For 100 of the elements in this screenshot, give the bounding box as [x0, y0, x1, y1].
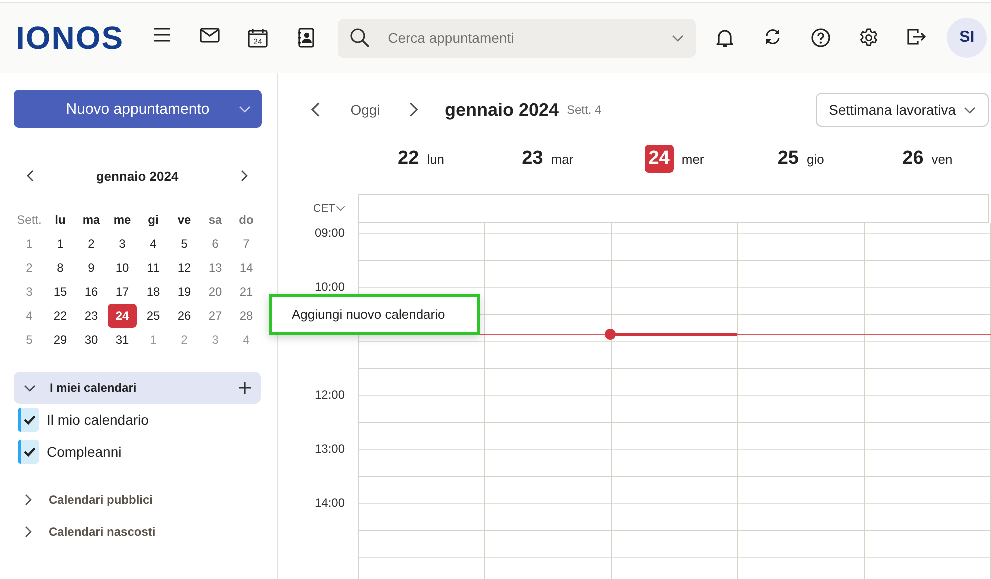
day-name: mar [551, 152, 574, 167]
chevron-icon[interactable] [24, 494, 33, 506]
calendar-day[interactable]: 12 [169, 256, 200, 280]
week-number: 2 [25, 260, 34, 277]
chevron-icon[interactable] [24, 526, 33, 538]
mail-icon[interactable] [200, 28, 220, 43]
settings-icon[interactable] [859, 28, 880, 48]
calendar-day[interactable]: 4 [138, 232, 169, 256]
calendar-day[interactable]: 10 [107, 256, 138, 280]
weekday-header: sa [208, 212, 224, 229]
month-title: gennaio 2024 [96, 168, 179, 184]
calendar-icon[interactable]: 24 [248, 28, 268, 48]
add-icon[interactable] [239, 382, 251, 394]
calendar-day[interactable]: 17 [107, 280, 138, 304]
weekday-header: gi [147, 212, 160, 229]
calendar-day[interactable]: 28 [231, 304, 262, 328]
logo: IONOS [16, 22, 124, 54]
calendar-checkbox[interactable] [18, 408, 39, 432]
checkmark-icon [24, 415, 36, 425]
hour-label: 13:00 [314, 442, 345, 457]
chevron-down-icon[interactable] [336, 204, 346, 212]
chevron-down-icon[interactable] [964, 106, 976, 114]
calendar-day[interactable]: 7 [231, 232, 262, 256]
calendar-day[interactable]: 9 [76, 256, 107, 280]
calendar-group-label: I miei calendari [50, 381, 138, 395]
calendar-day[interactable]: 24 [108, 304, 137, 328]
add-calendar-menu-item[interactable]: Aggiungi nuovo calendario [269, 294, 480, 335]
calendar-day[interactable]: 8 [45, 256, 76, 280]
calendar-section[interactable]: Calendari pubblici [49, 493, 154, 507]
today-button[interactable]: Oggi [350, 102, 380, 118]
calendar-day[interactable]: 14 [231, 256, 262, 280]
contacts-icon[interactable] [297, 28, 316, 48]
calendar-day[interactable]: 22 [45, 304, 76, 328]
weekday-header: ma [82, 212, 102, 229]
calendar-day[interactable]: 13 [200, 256, 231, 280]
timezone-selector[interactable]: CET [278, 194, 358, 223]
calendar-name[interactable]: Il mio calendario [47, 412, 149, 428]
hour-label: 14:00 [314, 496, 345, 511]
previous-week-icon[interactable] [310, 102, 322, 118]
day-number[interactable]: 25 [778, 146, 799, 172]
calendar-day[interactable]: 19 [169, 280, 200, 304]
weekday-header: me [112, 212, 132, 229]
calendar-day[interactable]: 31 [107, 328, 138, 352]
calendar-checkbox[interactable] [18, 440, 39, 464]
calendar-day[interactable]: 3 [107, 232, 138, 256]
previous-month-icon[interactable] [26, 170, 35, 182]
next-week-icon[interactable] [408, 102, 420, 118]
week-number: Sett. 4 [567, 103, 602, 117]
help-icon[interactable] [811, 28, 832, 48]
view-selector[interactable]: Settimana lavorativa [816, 93, 989, 127]
weekday-header: do [238, 212, 255, 229]
calendar-day[interactable]: 11 [138, 256, 169, 280]
calendar-day[interactable]: 16 [76, 280, 107, 304]
weekday-header: lu [54, 212, 67, 229]
hour-label: 10:00 [314, 280, 345, 295]
new-appointment-button[interactable]: Nuovo appuntamento [14, 90, 262, 128]
calendar-day[interactable]: 25 [138, 304, 169, 328]
checkmark-icon [24, 447, 36, 457]
next-month-icon[interactable] [240, 170, 249, 182]
calendar-day[interactable]: 2 [76, 232, 107, 256]
week-number: 4 [25, 308, 34, 325]
calendar-day[interactable]: 26 [169, 304, 200, 328]
day-number[interactable]: 24 [644, 145, 674, 173]
hour-label: 09:00 [314, 226, 345, 241]
day-number[interactable]: 22 [398, 146, 420, 172]
period-title: gennaio 2024 [444, 100, 559, 120]
logout-icon[interactable] [907, 28, 928, 46]
calendar-day[interactable]: 15 [45, 280, 76, 304]
calendar-day[interactable]: 18 [138, 280, 169, 304]
day-name: ven [932, 152, 953, 167]
calendar-group-header[interactable]: I miei calendari [14, 372, 261, 404]
user-avatar[interactable]: SI [947, 18, 988, 58]
calendar-day[interactable]: 30 [76, 328, 107, 352]
calendar-day[interactable]: 27 [200, 304, 231, 328]
calendar-name[interactable]: Compleanni [47, 444, 122, 460]
chevron-down-icon[interactable] [672, 34, 684, 42]
day-number[interactable]: 23 [522, 146, 544, 172]
calendar-day[interactable]: 20 [200, 280, 231, 304]
calendar-day[interactable]: 6 [200, 232, 231, 256]
calendar-day[interactable]: 29 [45, 328, 76, 352]
week-number: 1 [25, 236, 34, 253]
search-field[interactable]: Cerca appuntamenti [338, 18, 696, 58]
menu-icon[interactable] [153, 28, 172, 42]
calendar-day[interactable]: 5 [169, 232, 200, 256]
chevron-icon[interactable] [24, 384, 36, 392]
day-name: lun [427, 152, 445, 167]
week-number: 3 [25, 284, 34, 301]
bell-icon[interactable] [716, 28, 734, 48]
calendar-section[interactable]: Calendari nascosti [49, 525, 156, 539]
week-number: 5 [25, 332, 34, 349]
day-name: gio [806, 152, 824, 167]
search-icon [350, 28, 370, 48]
search-input[interactable]: Cerca appuntamenti [388, 30, 654, 46]
calendar-day[interactable]: 23 [76, 304, 107, 328]
hour-label: 12:00 [314, 388, 345, 403]
day-number[interactable]: 26 [902, 146, 924, 172]
calendar-day[interactable]: 1 [45, 232, 76, 256]
calendar-day[interactable]: 21 [231, 280, 262, 304]
weekday-header: ve [176, 212, 192, 229]
day-name: mer [682, 152, 704, 167]
